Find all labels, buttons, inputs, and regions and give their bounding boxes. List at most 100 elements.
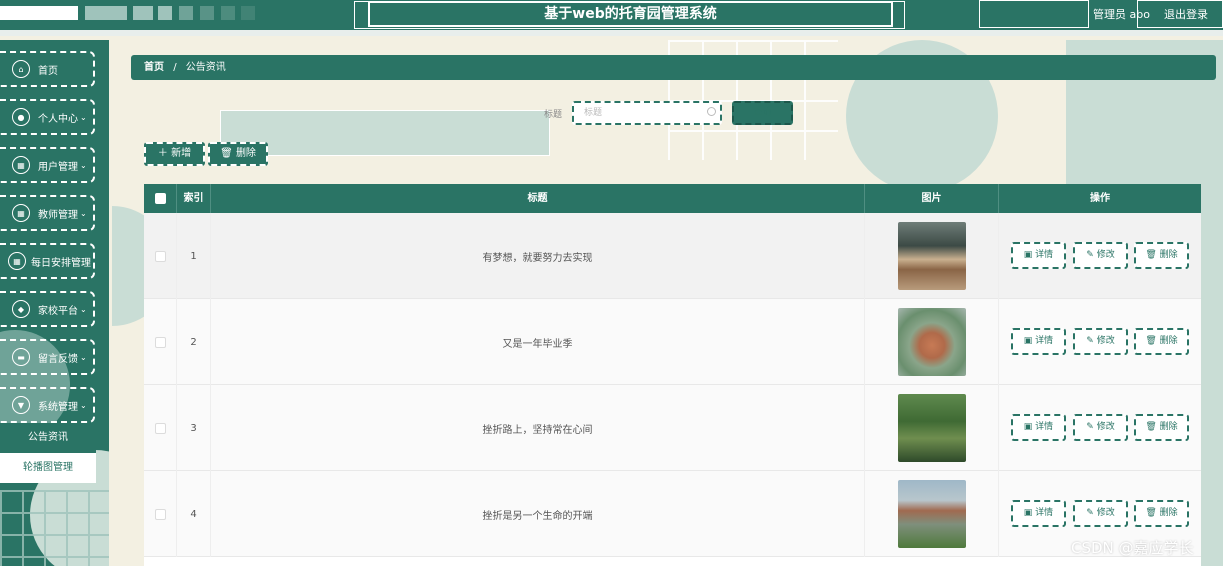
sidebar-item-teachers[interactable]: ▦ 教师管理 ⌄ — [0, 195, 95, 231]
delete-button-label: 删除 — [1159, 422, 1178, 432]
row-index: 4 — [177, 471, 211, 557]
row-checkbox-cell — [144, 299, 177, 385]
row-actions: ▣ 详情 ✎ 修改 🗑 删除 — [999, 213, 1201, 299]
edit-icon: ✎ — [1086, 422, 1097, 432]
detail-icon: ▣ — [1023, 250, 1036, 260]
row-image-cell — [865, 471, 999, 557]
edit-button[interactable]: ✎ 修改 — [1073, 242, 1128, 269]
sidebar-item-system[interactable]: ▼ 系统管理 ⌄ — [0, 387, 95, 423]
header-deco-block — [85, 6, 127, 20]
grid-icon: ▦ — [12, 156, 30, 174]
search-label: 标题 — [544, 110, 563, 120]
column-header-title: 标题 — [211, 184, 865, 213]
delete-button[interactable]: 🗑 删除 — [1134, 500, 1189, 527]
table-row: 2 又是一年毕业季 ▣ 详情 ✎ 修改 🗑 删除 — [144, 299, 1201, 385]
row-checkbox[interactable] — [154, 250, 166, 262]
home-icon: ⌂ — [12, 60, 30, 78]
row-image — [897, 480, 966, 548]
select-all-cell — [144, 184, 177, 213]
sidebar-item-label: 留言反馈 — [38, 353, 78, 365]
table-row: 1 有梦想，就要努力去实现 ▣ 详情 ✎ 修改 🗑 删除 — [144, 213, 1201, 299]
sidebar-item-daily-schedule[interactable]: ▦ 每日安排管理 — [0, 243, 95, 279]
row-image — [897, 394, 966, 462]
row-index: 3 — [177, 385, 211, 471]
detail-button-label: 详情 — [1035, 508, 1054, 518]
column-header-image: 图片 — [865, 184, 999, 213]
grid-icon: ▦ — [12, 204, 30, 222]
bulk-delete-button[interactable]: 🗑 删除 — [208, 142, 268, 166]
detail-button[interactable]: ▣ 详情 — [1011, 242, 1066, 269]
row-checkbox[interactable] — [154, 336, 166, 348]
edit-button[interactable]: ✎ 修改 — [1073, 500, 1128, 527]
header-deco-block — [0, 6, 78, 20]
detail-button-label: 详情 — [1035, 422, 1054, 432]
bg-deco-card — [220, 110, 550, 156]
sidebar-item-label: 教师管理 — [38, 209, 78, 221]
row-image-cell — [865, 385, 999, 471]
detail-button-label: 详情 — [1035, 336, 1054, 346]
sidebar-item-label: 每日安排管理 — [31, 257, 91, 269]
detail-button-label: 详情 — [1035, 250, 1054, 260]
header-deco-block — [200, 6, 214, 20]
sidebar-item-label: 用户管理 — [38, 161, 78, 173]
detail-button[interactable]: ▣ 详情 — [1011, 328, 1066, 355]
top-bar: 基于web的托育园管理系统 管理员 abo 退出登录 — [0, 0, 1223, 30]
chat-icon: ▬ — [12, 348, 30, 366]
delete-button[interactable]: 🗑 删除 — [1134, 242, 1189, 269]
table-row: 4 挫折是另一个生命的开端 ▣ 详情 ✎ 修改 🗑 删除 — [144, 471, 1201, 557]
add-button[interactable]: ＋ 新增 — [144, 142, 205, 166]
trash-icon: 🗑 — [1145, 250, 1160, 260]
edit-button[interactable]: ✎ 修改 — [1073, 328, 1128, 355]
search-button[interactable]: 查询 — [732, 101, 793, 125]
trash-icon: 🗑 — [1145, 508, 1160, 518]
edit-button[interactable]: ✎ 修改 — [1073, 414, 1128, 441]
logout-button[interactable]: 退出登录 — [1164, 6, 1208, 22]
detail-button[interactable]: ▣ 详情 — [1011, 500, 1066, 527]
chevron-down-icon: ⌄ — [80, 208, 87, 218]
sidebar-item-users[interactable]: ▦ 用户管理 ⌄ — [0, 147, 95, 183]
column-header-index: 索引 — [177, 184, 211, 213]
sidebar-subitem-announcements[interactable]: 公告资讯 — [0, 423, 96, 453]
sidebar-item-label: 家校平台 — [38, 305, 78, 317]
breadcrumb-current: 公告资讯 — [185, 62, 226, 73]
chevron-down-icon: ⌄ — [80, 400, 87, 410]
row-checkbox-cell — [144, 385, 177, 471]
delete-button[interactable]: 🗑 删除 — [1134, 328, 1189, 355]
sidebar-subitem-carousel[interactable]: 轮播图管理 — [0, 453, 96, 483]
row-checkbox[interactable] — [154, 422, 166, 434]
detail-button[interactable]: ▣ 详情 — [1011, 414, 1066, 441]
row-title: 挫折路上，坚持常在心间 — [211, 385, 865, 471]
sidebar-item-feedback[interactable]: ▬ 留言反馈 ⌄ — [0, 339, 95, 375]
table-header: 索引 标题 图片 操作 — [144, 184, 1201, 213]
edit-icon: ✎ — [1086, 336, 1097, 346]
delete-button-label: 删除 — [1159, 336, 1178, 346]
search-icon — [707, 107, 716, 116]
header-divider — [0, 30, 1223, 36]
grid-icon: ▦ — [8, 252, 26, 270]
row-actions: ▣ 详情 ✎ 修改 🗑 删除 — [999, 299, 1201, 385]
edit-icon: ✎ — [1086, 508, 1097, 518]
sidebar: ⌂ 首页 ● 个人中心 ⌄ ▦ 用户管理 ⌄ ▦ 教师管理 ⌄ ▦ 每日安排管理… — [0, 40, 109, 566]
chevron-down-icon: ⌄ — [80, 352, 87, 362]
edit-icon: ✎ — [1086, 250, 1097, 260]
chevron-down-icon: ⌄ — [80, 304, 87, 314]
row-image-cell — [865, 213, 999, 299]
row-index: 1 — [177, 213, 211, 299]
sidebar-item-home-school[interactable]: ◆ 家校平台 ⌄ — [0, 291, 95, 327]
row-checkbox[interactable] — [154, 508, 166, 520]
breadcrumb-home[interactable]: 首页 — [144, 62, 164, 73]
cup-icon: ▼ — [12, 396, 30, 414]
row-checkbox-cell — [144, 213, 177, 299]
delete-button[interactable]: 🗑 删除 — [1134, 414, 1189, 441]
select-all-checkbox[interactable] — [154, 192, 166, 204]
search-input[interactable]: 标题 — [572, 101, 722, 125]
table-row: 3 挫折路上，坚持常在心间 ▣ 详情 ✎ 修改 🗑 删除 — [144, 385, 1201, 471]
row-index: 2 — [177, 299, 211, 385]
header-deco-block — [133, 6, 153, 20]
user-icon: ● — [12, 108, 30, 126]
sidebar-item-profile[interactable]: ● 个人中心 ⌄ — [0, 99, 95, 135]
trash-icon: 🗑 — [1145, 336, 1160, 346]
edit-button-label: 修改 — [1096, 508, 1115, 518]
sidebar-item-home[interactable]: ⌂ 首页 — [0, 51, 95, 87]
detail-icon: ▣ — [1023, 508, 1036, 518]
